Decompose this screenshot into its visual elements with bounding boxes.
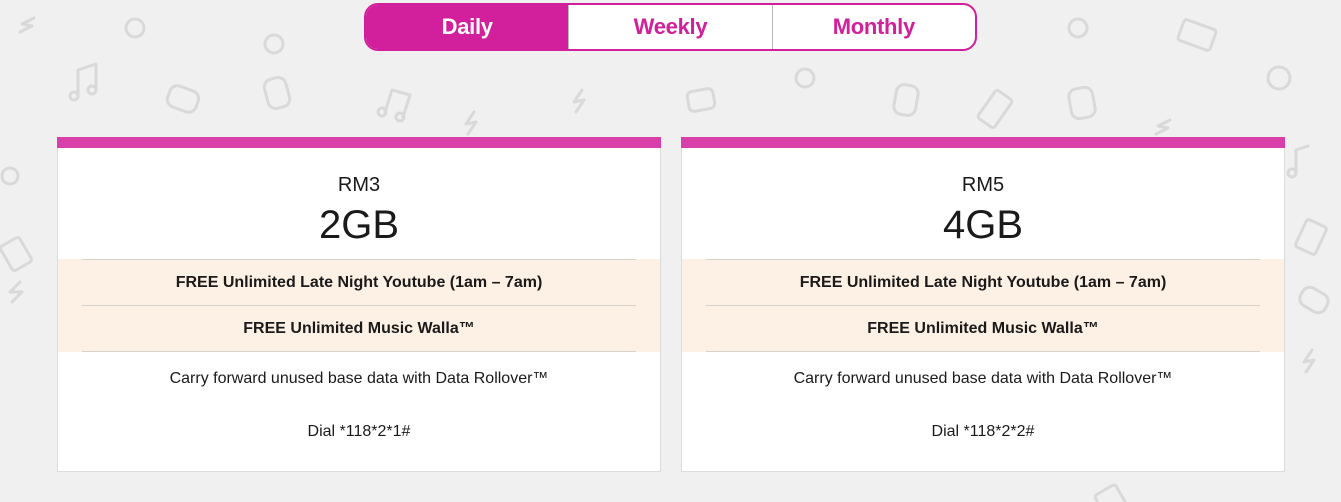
gamepad-icon [262,75,292,111]
feature-item: FREE Unlimited Music Walla™ [82,305,636,352]
feature-list: FREE Unlimited Late Night Youtube (1am –… [682,259,1284,352]
gamepad-icon [1067,85,1097,121]
tab-monthly[interactable]: Monthly [771,5,975,49]
plan-price: RM5 [961,174,1005,196]
plan-data-amount: 2GB [318,203,400,247]
tab-daily[interactable]: Daily [366,5,569,49]
card-accent-bar [57,137,661,148]
dial-code: Dial *118*2*1# [307,423,411,440]
plans-page: Daily Weekly Monthly RM3 2GB FREE Unlimi… [0,0,1341,502]
feature-item: FREE Unlimited Late Night Youtube (1am –… [82,259,636,305]
cherries-icon [0,166,20,186]
dial-code: Dial *118*2*2# [931,423,1035,440]
cherries-icon [124,17,285,55]
phone-icon [0,235,33,273]
plan-price: RM3 [337,174,381,196]
cherries-icon [1266,65,1292,91]
gamepad-icon [165,84,201,114]
tab-weekly[interactable]: Weekly [568,5,771,49]
card-accent-bar [681,137,1285,148]
plan-data-amount: 4GB [942,203,1024,247]
phone-icon [1294,218,1328,256]
gamepad-icon [892,83,920,117]
music-note-icon [376,88,412,123]
rollover-text: Carry forward unused base data with Data… [169,370,549,387]
gamepad-icon [1298,285,1330,315]
period-tabs: Daily Weekly Monthly [364,3,977,51]
music-note-icon [1286,144,1310,179]
phone-icon [976,89,1014,129]
gamepad-icon [685,87,717,113]
feature-item: FREE Unlimited Late Night Youtube (1am –… [706,259,1260,305]
feature-list: FREE Unlimited Late Night Youtube (1am –… [58,259,660,352]
music-note-icon [68,62,98,102]
plan-card[interactable]: RM3 2GB FREE Unlimited Late Night Youtub… [57,137,661,472]
plan-card[interactable]: RM5 4GB FREE Unlimited Late Night Youtub… [681,137,1285,472]
phone-icon [1176,18,1218,52]
lightning-icon [572,88,1172,136]
feature-item: FREE Unlimited Music Walla™ [706,305,1260,352]
rollover-text: Carry forward unused base data with Data… [793,370,1173,387]
phone-icon [1093,483,1131,502]
